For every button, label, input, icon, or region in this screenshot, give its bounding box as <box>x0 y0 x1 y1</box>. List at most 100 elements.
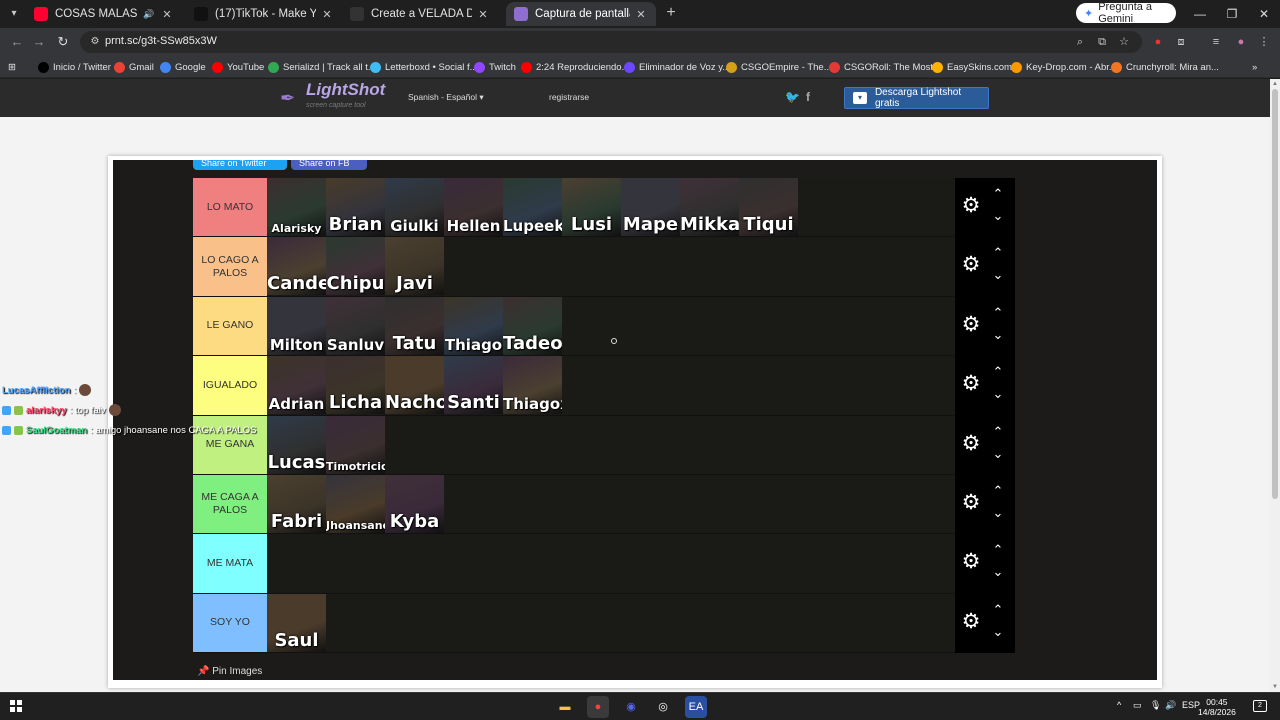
language-selector[interactable]: Spanish - Español ▾ <box>408 92 484 103</box>
bookmark-item[interactable]: CSGORoll: The Most... <box>829 60 941 74</box>
gear-icon[interactable]: ⚙ <box>960 432 982 455</box>
forward-icon[interactable]: → <box>30 33 48 51</box>
tier-item[interactable]: Kyba <box>385 475 444 533</box>
close-tab-icon[interactable]: ✕ <box>634 8 648 21</box>
tier-item[interactable]: Fabri <box>267 475 326 533</box>
gear-icon[interactable]: ⚙ <box>960 313 982 336</box>
network-icon[interactable]: ▭ <box>1133 700 1142 711</box>
browser-tab[interactable]: Captura de pantalla por Lightsh ✕ <box>506 2 656 26</box>
tier-item[interactable]: Cande <box>267 237 326 296</box>
notifications-icon[interactable]: 2 <box>1253 700 1267 712</box>
scrollbar-thumb[interactable] <box>1272 89 1278 499</box>
tier-label[interactable]: LO CAGO A PALOS <box>193 237 267 296</box>
register-link[interactable]: registrarse <box>549 92 589 102</box>
chevron-down-icon[interactable]: ⌄ <box>989 327 1007 343</box>
bookmark-item[interactable]: Inicio / Twitter <box>38 60 111 74</box>
tier-item[interactable]: Saul <box>267 593 326 652</box>
audio-icon[interactable]: 🔊 <box>142 9 156 20</box>
profile-avatar[interactable]: ● <box>1233 34 1249 50</box>
bookmark-item[interactable]: Google <box>160 60 206 74</box>
tier-item[interactable]: Thiagox <box>503 356 562 415</box>
gear-icon[interactable]: ⚙ <box>960 195 982 217</box>
tier-label[interactable]: ME MATA <box>193 534 267 593</box>
file-explorer-icon[interactable]: ▬ <box>554 696 576 718</box>
tier-item[interactable]: Milton <box>267 296 326 355</box>
chevron-down-icon[interactable]: ⌄ <box>989 267 1007 283</box>
zoom-icon[interactable]: ⌕ <box>1072 34 1088 50</box>
tier-label[interactable]: ME CAGA A PALOS <box>193 475 267 534</box>
new-tab-button[interactable]: + <box>662 4 680 22</box>
chevron-up-icon[interactable]: ⌃ <box>989 245 1007 261</box>
chevron-up-icon[interactable]: ⌃ <box>989 424 1007 440</box>
close-tab-icon[interactable]: ✕ <box>160 8 174 21</box>
download-button[interactable]: ▾ Descarga Lightshot gratis <box>844 87 989 109</box>
bookmark-item[interactable]: YouTube <box>212 60 264 74</box>
address-bar[interactable]: ⚙ prnt.sc/g3t-SSw85x3W ⌕ ⧉ ☆ <box>80 31 1142 53</box>
chevron-down-icon[interactable]: ⌄ <box>989 564 1007 580</box>
reload-icon[interactable]: ↻ <box>54 33 72 51</box>
obs-icon[interactable]: ◎ <box>652 696 674 718</box>
tab-media-icon[interactable]: ≡ <box>1208 34 1224 50</box>
bookmark-item[interactable]: Eliminador de Voz y... <box>624 60 730 74</box>
pin-images[interactable]: 📌 Pin Images <box>197 666 262 677</box>
tier-item[interactable]: Alarisky <box>267 178 326 236</box>
tier-item[interactable]: Nacho <box>385 356 444 415</box>
page-scrollbar[interactable]: ▲ ▼ <box>1270 79 1280 692</box>
discord-icon[interactable]: ◉ <box>620 696 642 718</box>
volume-icon[interactable]: 🔊 <box>1165 700 1176 711</box>
bookmark-item[interactable]: Letterboxd • Social f... <box>370 60 478 74</box>
twitter-icon[interactable]: 🐦 <box>785 90 800 104</box>
minimize-icon[interactable]: — <box>1184 0 1216 28</box>
chevron-down-icon[interactable]: ⌄ <box>989 208 1007 224</box>
tier-item[interactable]: Tadeo <box>503 296 562 355</box>
tier-item[interactable]: Jhoansane <box>326 475 385 533</box>
bookmark-item[interactable]: EasySkins.com <box>932 60 1012 74</box>
chevron-down-icon[interactable]: ⌄ <box>989 624 1007 640</box>
chevron-down-icon[interactable]: ⌄ <box>989 386 1007 402</box>
chevron-up-icon[interactable]: ⌃ <box>989 364 1007 380</box>
scroll-down-icon[interactable]: ▼ <box>1270 682 1280 692</box>
share-fb-button[interactable]: Share on FB <box>291 160 367 170</box>
bookmark-star-icon[interactable]: ☆ <box>1116 34 1132 50</box>
tier-item[interactable]: Adrian <box>267 356 326 415</box>
chevron-up-icon[interactable]: ⌃ <box>989 305 1007 321</box>
tier-item[interactable]: Mape <box>621 178 680 236</box>
browser-tab[interactable]: Create a VELADA DEL AÑO CH ✕ <box>342 2 498 26</box>
chevron-up-icon[interactable]: ⌃ <box>989 602 1007 618</box>
menu-icon[interactable]: ⋮ <box>1256 34 1272 50</box>
gemini-button[interactable]: ✦ Pregunta a Gemini <box>1076 1 1176 25</box>
bookmark-item[interactable]: Crunchyroll: Mira an... <box>1111 60 1219 74</box>
tier-item[interactable]: Sanluv <box>326 296 385 355</box>
chevron-up-icon[interactable]: ⌃ <box>989 542 1007 558</box>
lightshot-logo[interactable]: ✒ LightShot screen capture tool <box>280 81 385 111</box>
gear-icon[interactable]: ⚙ <box>960 373 982 395</box>
back-icon[interactable]: ← <box>8 33 26 51</box>
tier-item[interactable]: Giulki <box>385 178 444 236</box>
site-info-icon[interactable]: ⚙ <box>88 35 102 49</box>
mic-icon[interactable]: 🎙 <box>1150 700 1161 711</box>
tier-label[interactable]: LO MATO <box>193 178 267 237</box>
tier-label[interactable]: IGUALADO <box>193 356 267 415</box>
gear-icon[interactable]: ⚙ <box>960 610 982 633</box>
chevron-down-icon[interactable]: ⌄ <box>989 446 1007 462</box>
bookmark-item[interactable]: Twitch <box>474 60 516 74</box>
close-tab-icon[interactable]: ✕ <box>320 8 334 21</box>
ea-app-icon[interactable]: EA <box>685 696 707 718</box>
install-icon[interactable]: ⧉ <box>1094 34 1110 50</box>
tier-item[interactable]: Lusi <box>562 178 621 236</box>
tier-item[interactable]: Tatu <box>385 296 444 355</box>
chevron-down-icon[interactable]: ⌄ <box>989 505 1007 521</box>
restore-icon[interactable]: ❐ <box>1216 0 1248 28</box>
tier-item[interactable]: Licha <box>326 356 385 415</box>
extension-badge-icon[interactable]: ● <box>1150 34 1166 50</box>
extensions-icon[interactable]: ⧈ <box>1173 34 1189 50</box>
start-button[interactable] <box>10 700 22 712</box>
chevron-up-icon[interactable]: ⌃ <box>989 483 1007 499</box>
scroll-up-icon[interactable]: ▲ <box>1270 79 1280 89</box>
bookmark-item[interactable]: Gmail <box>114 60 154 74</box>
tier-item[interactable]: Lupeek <box>503 178 562 236</box>
facebook-icon[interactable]: f <box>806 90 810 104</box>
share-twitter-button[interactable]: Share on Twitter <box>193 160 287 170</box>
tab-search-icon[interactable]: ▾ <box>6 6 22 22</box>
bookmark-item[interactable]: CSGOEmpire - The... <box>726 60 832 74</box>
